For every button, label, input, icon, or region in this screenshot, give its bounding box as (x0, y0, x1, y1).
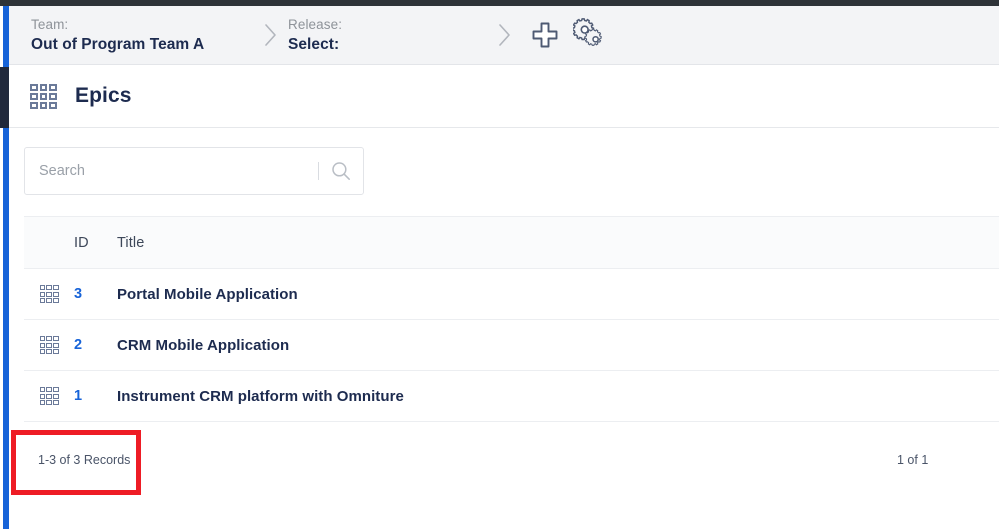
row-title[interactable]: Portal Mobile Application (117, 286, 999, 303)
table-header-row: ID Title (24, 217, 999, 269)
add-button[interactable] (522, 12, 568, 58)
release-label: Release: (288, 16, 343, 32)
row-id[interactable]: 1 (74, 388, 117, 404)
breadcrumb-item-team[interactable]: Team: Out of Program Team A (9, 6, 254, 64)
row-id[interactable]: 2 (74, 337, 117, 353)
row-title[interactable]: CRM Mobile Application (117, 337, 999, 354)
table-row[interactable]: 2 CRM Mobile Application (24, 320, 999, 371)
gears-icon (573, 18, 609, 52)
plus-icon (530, 20, 560, 50)
row-title[interactable]: Instrument CRM platform with Omniture (117, 388, 999, 405)
grid-icon (39, 387, 59, 405)
search-input[interactable] (25, 148, 318, 194)
epics-table: ID Title 3 Portal Mobile Application 2 C… (24, 216, 999, 422)
search-icon (330, 160, 352, 182)
page-header: Epics (9, 65, 999, 128)
search-box[interactable] (24, 147, 364, 195)
page-indicator: 1 of 1 (897, 453, 929, 467)
breadcrumb-item-release[interactable]: Release: Select: (288, 6, 488, 64)
column-header-id[interactable]: ID (74, 235, 117, 251)
left-rail-active-segment (0, 67, 9, 128)
team-label: Team: (31, 16, 69, 32)
grid-icon (39, 285, 59, 303)
chevron-right-icon (254, 22, 288, 48)
settings-button[interactable] (568, 12, 614, 58)
page-title: Epics (75, 84, 132, 107)
release-value: Select: (288, 35, 340, 53)
team-value: Out of Program Team A (31, 35, 205, 53)
chevron-right-icon-2 (488, 22, 522, 48)
record-count: 1-3 of 3 Records (38, 453, 131, 467)
grid-icon (39, 336, 59, 354)
breadcrumb: Team: Out of Program Team A Release: Sel… (9, 6, 999, 65)
row-grid-icon[interactable] (24, 387, 74, 405)
column-header-title[interactable]: Title (117, 235, 999, 251)
table-row[interactable]: 1 Instrument CRM platform with Omniture (24, 371, 999, 422)
row-grid-icon[interactable] (24, 336, 74, 354)
grid-icon (30, 83, 57, 109)
search-button[interactable] (319, 148, 363, 194)
row-id[interactable]: 3 (74, 286, 117, 302)
table-row[interactable]: 3 Portal Mobile Application (24, 269, 999, 320)
row-grid-icon[interactable] (24, 285, 74, 303)
